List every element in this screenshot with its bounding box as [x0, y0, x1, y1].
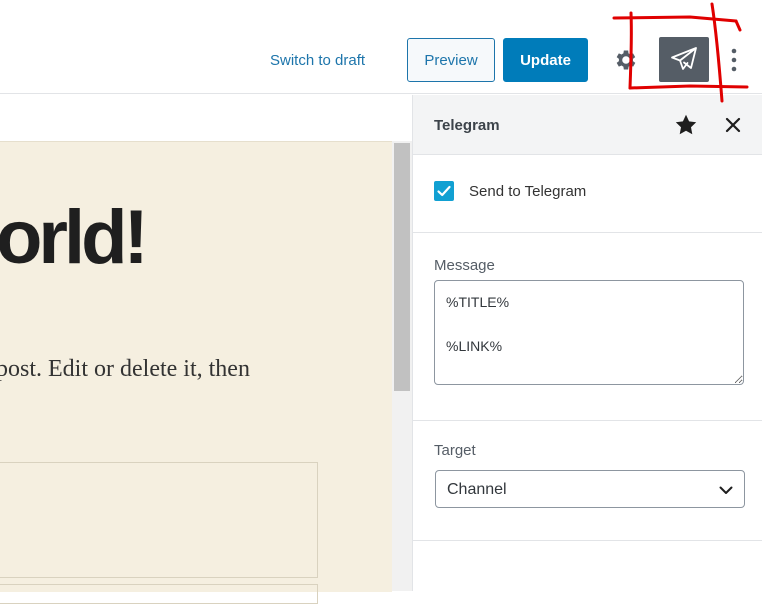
- target-select[interactable]: Channel: [435, 470, 745, 508]
- more-vertical-icon[interactable]: [726, 45, 742, 75]
- preview-button[interactable]: Preview: [407, 38, 495, 82]
- editor-header-toolbar: Switch to draft Preview Update: [0, 0, 762, 94]
- gear-icon[interactable]: [613, 47, 639, 73]
- switch-to-draft-button[interactable]: Switch to draft: [270, 50, 365, 72]
- star-icon[interactable]: [674, 113, 698, 137]
- send-panel: Send to Telegram: [413, 155, 762, 233]
- sidebar-header: Telegram: [413, 95, 762, 155]
- send-to-telegram-label[interactable]: Send to Telegram: [469, 183, 586, 200]
- message-panel: Message: [413, 233, 762, 421]
- editor-scrollbar-thumb[interactable]: [394, 143, 410, 391]
- target-label: Target: [434, 442, 476, 459]
- post-title[interactable]: orld!: [0, 194, 149, 281]
- telegram-sidebar-toggle-button[interactable]: [659, 37, 709, 82]
- target-panel: Target Channel: [413, 421, 762, 541]
- message-textarea[interactable]: [434, 280, 744, 385]
- editor-content-area: orld! post. Edit or delete it, then: [0, 95, 413, 604]
- editor-canvas: orld! post. Edit or delete it, then: [0, 141, 392, 604]
- send-to-telegram-checkbox[interactable]: [434, 181, 454, 201]
- paper-plane-icon: [671, 47, 697, 70]
- telegram-sidebar: Telegram Send to Telegram Message Target…: [413, 95, 762, 591]
- update-button[interactable]: Update: [503, 38, 588, 82]
- close-icon[interactable]: [724, 116, 742, 134]
- chevron-down-icon: [718, 482, 734, 503]
- content-block[interactable]: [0, 584, 318, 604]
- message-label: Message: [434, 257, 495, 274]
- post-paragraph[interactable]: post. Edit or delete it, then: [0, 356, 250, 383]
- target-select-value: Channel: [447, 481, 507, 498]
- sidebar-title: Telegram: [434, 117, 500, 134]
- content-block[interactable]: [0, 462, 318, 578]
- checkmark-icon: [437, 185, 451, 197]
